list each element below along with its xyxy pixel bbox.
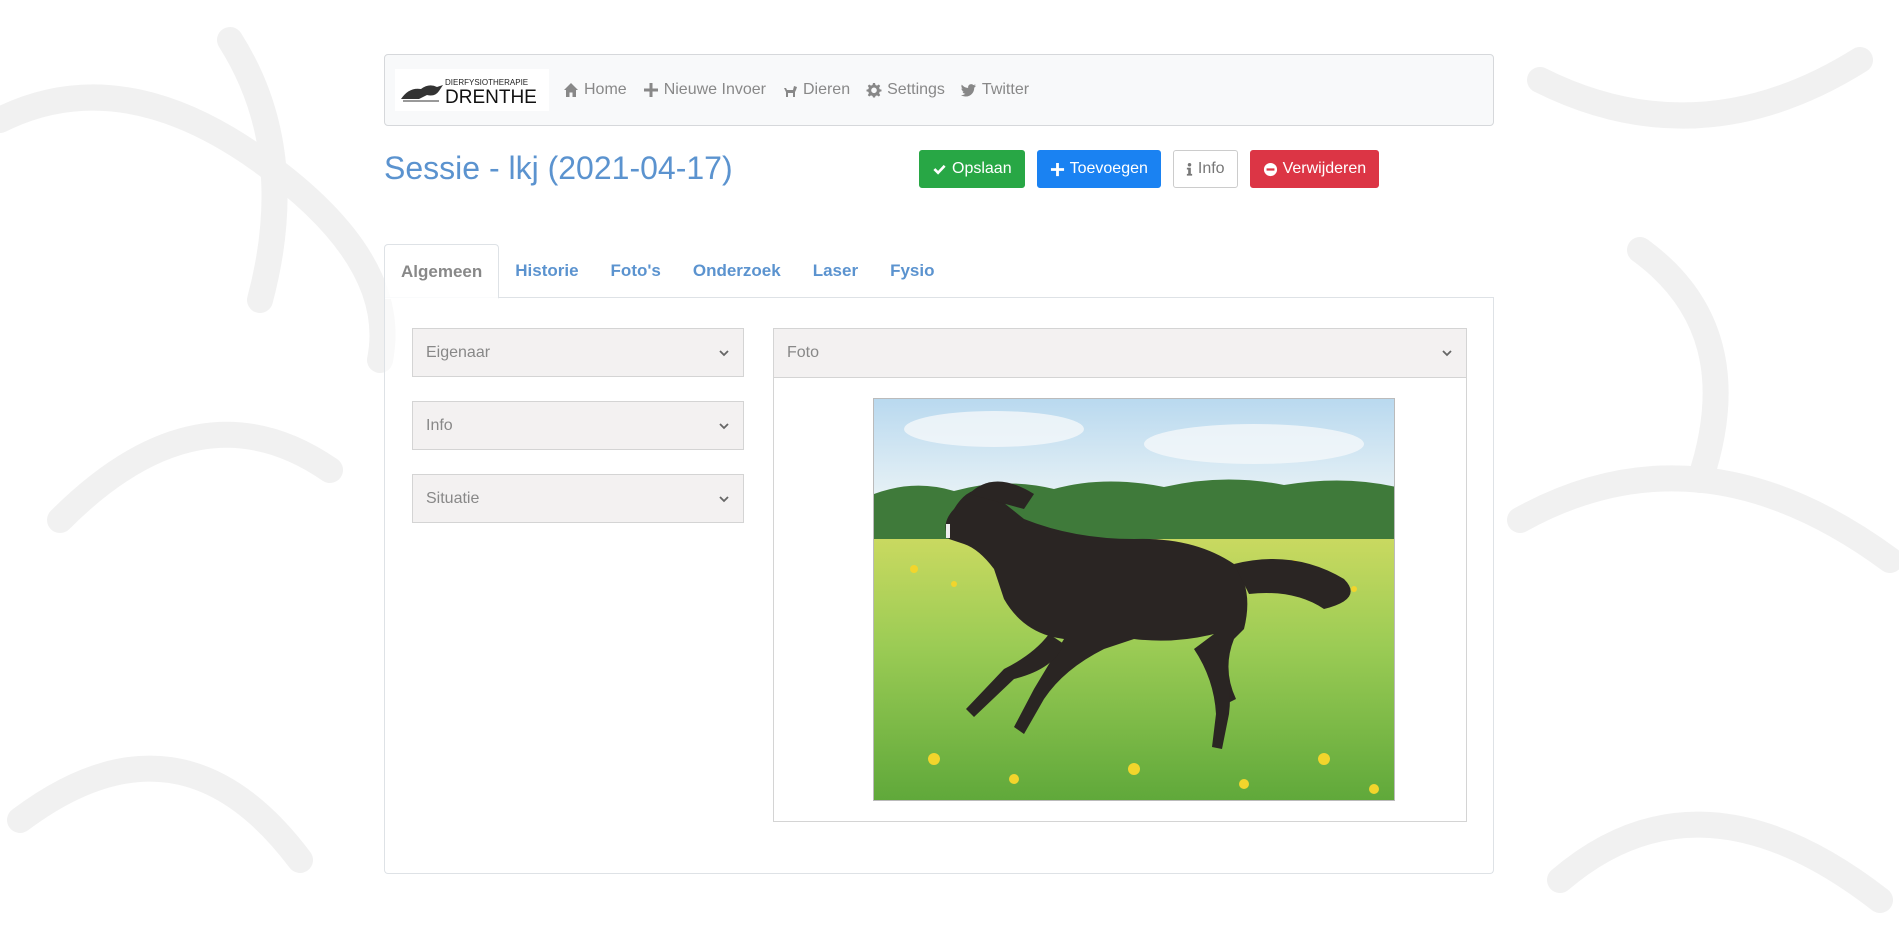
- tab-panel-algemeen: Eigenaar Info Situatie Foto: [384, 298, 1494, 874]
- delete-button[interactable]: Verwijderen: [1249, 150, 1380, 188]
- tab-algemeen[interactable]: Algemeen: [384, 244, 500, 299]
- info-icon: [1186, 162, 1193, 176]
- nav-settings-label: Settings: [887, 81, 945, 98]
- accordion-info[interactable]: Info: [412, 401, 744, 450]
- action-bar: Opslaan Toevoegen Info Verwijderen: [919, 150, 1380, 188]
- accordion-situatie-label: Situatie: [426, 489, 480, 507]
- accordion-eigenaar[interactable]: Eigenaar: [412, 328, 744, 377]
- navbar: DIERFYSIOTHERAPIE DRENTHE Home Nieuwe In…: [384, 54, 1494, 126]
- accordion-eigenaar-label: Eigenaar: [426, 343, 491, 361]
- svg-text:DRENTHE: DRENTHE: [445, 87, 537, 107]
- chevron-down-icon: [719, 495, 729, 502]
- tab-onderzoek[interactable]: Onderzoek: [677, 244, 797, 298]
- nav-twitter-label: Twitter: [981, 81, 1030, 98]
- nav-twitter[interactable]: Twitter: [960, 81, 1030, 99]
- nav-home[interactable]: Home: [563, 81, 627, 99]
- tab-historie[interactable]: Historie: [499, 244, 594, 298]
- minus-circle-icon: [1263, 162, 1277, 176]
- plus-icon: [643, 83, 658, 97]
- accordion-situatie[interactable]: Situatie: [412, 474, 744, 523]
- home-icon: [564, 83, 578, 97]
- info-button[interactable]: Info: [1172, 150, 1238, 188]
- nav-dieren-label: Dieren: [802, 81, 851, 98]
- save-button[interactable]: Opslaan: [919, 150, 1025, 188]
- save-button-label: Opslaan: [952, 160, 1012, 177]
- chevron-down-icon: [719, 422, 729, 429]
- info-button-label: Info: [1197, 160, 1225, 177]
- page-title: Sessie - lkj (2021-04-17): [384, 150, 733, 186]
- horse-logo-icon: DIERFYSIOTHERAPIE DRENTHE: [401, 78, 537, 107]
- horse-image: [874, 399, 1394, 800]
- nav-dieren[interactable]: Dieren: [782, 81, 850, 99]
- accordion-info-label: Info: [426, 416, 453, 434]
- nav-home-label: Home: [584, 81, 627, 98]
- foto-card: Foto: [773, 328, 1467, 822]
- check-icon: [933, 164, 946, 175]
- nav-nieuwe-invoer[interactable]: Nieuwe Invoer: [643, 81, 766, 99]
- dog-icon: [783, 86, 797, 97]
- foto-card-title: Foto: [787, 344, 820, 361]
- nav-settings[interactable]: Settings: [866, 81, 945, 99]
- gear-icon: [866, 83, 882, 98]
- svg-text:DIERFYSIOTHERAPIE: DIERFYSIOTHERAPIE: [445, 78, 528, 87]
- horse-photo: [873, 398, 1395, 801]
- brand-logo[interactable]: DIERFYSIOTHERAPIE DRENTHE: [395, 69, 549, 111]
- add-button-label: Toevoegen: [1069, 160, 1148, 177]
- plus-icon: [1050, 162, 1064, 176]
- delete-button-label: Verwijderen: [1282, 160, 1367, 177]
- tab-bar: Algemeen Historie Foto's Onderzoek Laser…: [384, 244, 1494, 299]
- tab-laser[interactable]: Laser: [797, 244, 874, 298]
- twitter-icon: [960, 84, 976, 97]
- chevron-down-icon: [1442, 350, 1452, 357]
- nav-nieuwe-invoer-label: Nieuwe Invoer: [663, 81, 766, 98]
- foto-card-header[interactable]: Foto: [774, 329, 1466, 378]
- tab-fotos[interactable]: Foto's: [595, 244, 677, 298]
- add-button[interactable]: Toevoegen: [1036, 150, 1161, 188]
- chevron-down-icon: [719, 349, 729, 356]
- tab-fysio[interactable]: Fysio: [874, 244, 950, 298]
